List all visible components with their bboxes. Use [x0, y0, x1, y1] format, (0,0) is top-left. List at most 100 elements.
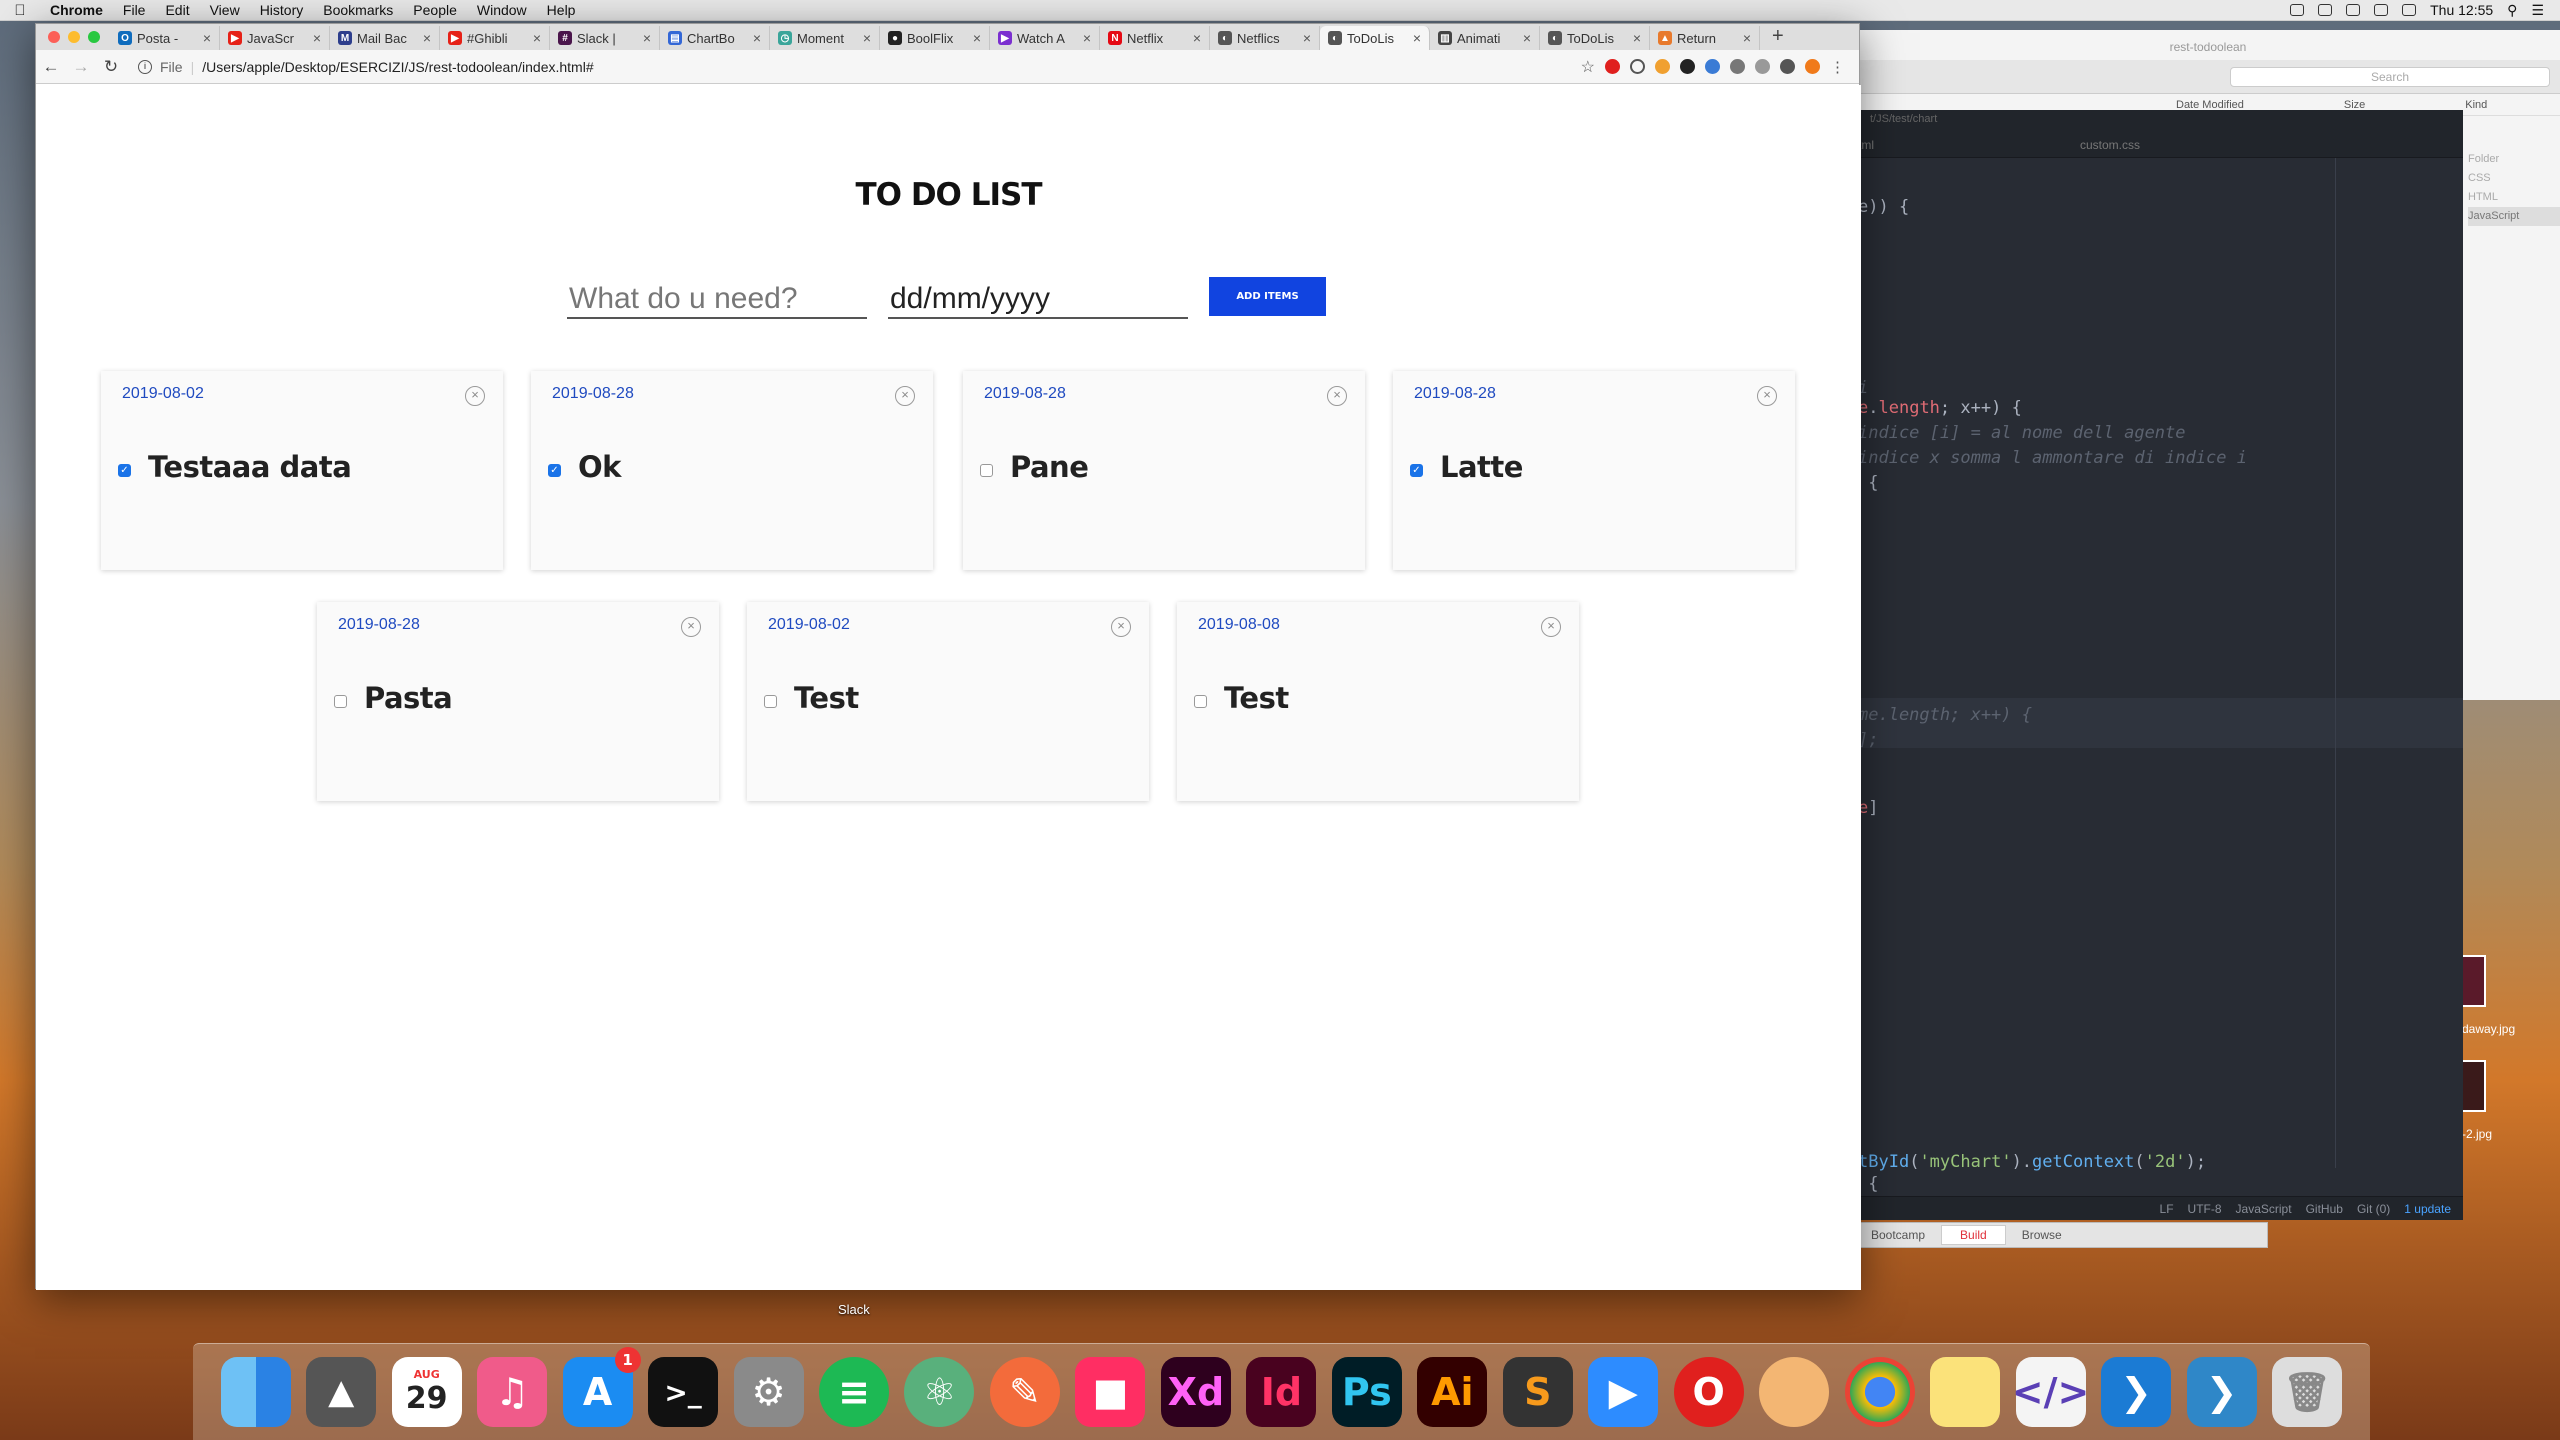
opera-extension-icon[interactable]: [1605, 59, 1620, 74]
close-tab-icon[interactable]: ×: [1193, 30, 1201, 46]
close-tab-icon[interactable]: ×: [1743, 30, 1751, 46]
code-line[interactable]: e]: [1858, 798, 1879, 818]
atom-icon[interactable]: ⚛: [904, 1357, 975, 1427]
zoom-icon[interactable]: ▶: [1588, 1357, 1659, 1427]
wifi-icon[interactable]: [2346, 4, 2361, 16]
extension-icon[interactable]: [1655, 59, 1670, 74]
close-tab-icon[interactable]: ×: [863, 30, 871, 46]
finder-search-input[interactable]: Search: [2230, 67, 2550, 87]
todo-checkbox[interactable]: ✓: [118, 464, 131, 477]
todo-checkbox[interactable]: ✓: [1410, 464, 1423, 477]
notes-icon[interactable]: [1930, 1357, 2001, 1427]
close-tab-icon[interactable]: ×: [1083, 30, 1091, 46]
delete-icon[interactable]: ×: [1757, 386, 1777, 406]
status-grammar[interactable]: JavaScript: [2236, 1202, 2292, 1216]
spotlight-icon[interactable]: ⚲: [2507, 2, 2517, 19]
close-window-button[interactable]: [48, 31, 60, 43]
adobe-photoshop-icon[interactable]: Ps: [1331, 1357, 1402, 1427]
info-icon[interactable]: i: [138, 59, 152, 74]
extension-icon[interactable]: [1780, 59, 1795, 74]
menubar-clock[interactable]: Thu 12:55: [2430, 2, 2493, 18]
extension-icon[interactable]: [1680, 59, 1695, 74]
notification-center-icon[interactable]: ☰: [2531, 2, 2544, 19]
browser-tab[interactable]: ◷ Moment ×: [770, 26, 880, 50]
extension-icon[interactable]: [1730, 59, 1745, 74]
menu-bookmarks[interactable]: Bookmarks: [313, 2, 403, 18]
column-kind[interactable]: Kind: [2465, 99, 2487, 115]
profile-avatar[interactable]: [1805, 59, 1820, 74]
browser-tab[interactable]: ● BoolFlix ×: [880, 26, 990, 50]
address-bar[interactable]: i File | /Users/apple/Desktop/ESERCIZI/J…: [126, 59, 1426, 75]
dropbox-icon[interactable]: [2318, 4, 2333, 16]
status-git[interactable]: Git (0): [2357, 1202, 2390, 1216]
build-button[interactable]: Build: [1941, 1225, 2006, 1245]
photos-app-icon[interactable]: [1759, 1357, 1830, 1427]
block-extension-icon[interactable]: [1630, 59, 1645, 74]
close-tab-icon[interactable]: ×: [1633, 30, 1641, 46]
delete-icon[interactable]: ×: [681, 617, 701, 637]
item-input[interactable]: [567, 281, 867, 319]
status-encoding[interactable]: UTF-8: [2188, 1202, 2222, 1216]
browse-button[interactable]: Browse: [2022, 1228, 2062, 1242]
terminal-icon[interactable]: >_: [648, 1357, 719, 1427]
extension-icon[interactable]: [1755, 59, 1770, 74]
desktop-file-label[interactable]: daway.jpg: [2462, 1022, 2515, 1036]
desktop-file-label[interactable]: -2.jpg: [2462, 1127, 2492, 1141]
browser-tab[interactable]: ◐ ToDoLis ×: [1320, 26, 1430, 50]
close-tab-icon[interactable]: ×: [973, 30, 981, 46]
menu-help[interactable]: Help: [537, 2, 586, 18]
browser-tab[interactable]: ▶ Watch A ×: [990, 26, 1100, 50]
date-input[interactable]: [888, 281, 1188, 319]
calendar-icon[interactable]: AUG 29: [391, 1357, 462, 1427]
todo-checkbox[interactable]: [334, 695, 347, 708]
itunes-icon[interactable]: ♫: [477, 1357, 548, 1427]
browser-tab[interactable]: ▲ Return ×: [1650, 26, 1760, 50]
browser-tab[interactable]: N Netflix ×: [1100, 26, 1210, 50]
delete-icon[interactable]: ×: [1111, 617, 1131, 637]
opera-icon[interactable]: O: [1673, 1357, 1744, 1427]
browser-tab[interactable]: O Posta - ×: [110, 26, 220, 50]
forward-icon[interactable]: →: [66, 57, 96, 77]
todo-checkbox[interactable]: ✓: [548, 464, 561, 477]
extension-icon[interactable]: [1705, 59, 1720, 74]
browser-tab[interactable]: ▤ ChartBo ×: [660, 26, 770, 50]
code-line[interactable]: indice [i] = al nome dell agente: [1858, 423, 2186, 443]
menu-window[interactable]: Window: [467, 2, 537, 18]
desktop-file-thumbnail[interactable]: [2460, 1060, 2486, 1112]
browser-tab[interactable]: ◐ Netflics ×: [1210, 26, 1320, 50]
code-line[interactable]: e)) {: [1858, 197, 1909, 217]
kind-item[interactable]: JavaScript: [2468, 207, 2560, 226]
status-update[interactable]: 1 update: [2404, 1202, 2451, 1216]
todo-checkbox[interactable]: [1194, 695, 1207, 708]
flag-icon[interactable]: [2402, 4, 2417, 16]
url-text[interactable]: /Users/apple/Desktop/ESERCIZI/JS/rest-to…: [202, 59, 593, 75]
back-icon[interactable]: ←: [36, 57, 66, 77]
close-tab-icon[interactable]: ×: [1413, 30, 1421, 46]
kind-item[interactable]: HTML: [2468, 188, 2560, 207]
finder-icon[interactable]: [220, 1357, 291, 1427]
menu-app-name[interactable]: Chrome: [40, 2, 113, 18]
spotify-icon[interactable]: ≡: [819, 1357, 890, 1427]
system-preferences-icon[interactable]: ⚙: [733, 1357, 804, 1427]
adobe-illustrator-icon[interactable]: Ai: [1417, 1357, 1488, 1427]
adobe-xd-icon[interactable]: Xd: [1160, 1357, 1231, 1427]
minimize-window-button[interactable]: [68, 31, 80, 43]
close-tab-icon[interactable]: ×: [203, 30, 211, 46]
code-line[interactable]: {: [1858, 1174, 1878, 1194]
sketch-pen-icon[interactable]: ✎: [989, 1357, 1060, 1427]
code-line[interactable]: tById('myChart').getContext('2d');: [1858, 1152, 2206, 1172]
vscode-icon[interactable]: ❯: [2101, 1357, 2172, 1427]
menu-view[interactable]: View: [200, 2, 250, 18]
menu-kebab-icon[interactable]: ⋮: [1830, 58, 1845, 76]
trash-icon[interactable]: 🗑: [2271, 1357, 2342, 1427]
maximize-window-button[interactable]: [88, 31, 100, 43]
code-line[interactable]: ];: [1858, 730, 1878, 750]
menu-file[interactable]: File: [113, 2, 156, 18]
app-store-icon[interactable]: A1: [562, 1347, 641, 1427]
code-line[interactable]: indice x somma l ammontare di indice i: [1858, 448, 2247, 468]
close-tab-icon[interactable]: ×: [1523, 30, 1531, 46]
code-line[interactable]: {: [1858, 473, 1878, 493]
menu-edit[interactable]: Edit: [155, 2, 199, 18]
menu-people[interactable]: People: [403, 2, 467, 18]
browser-tab[interactable]: M Mail Bac ×: [330, 26, 440, 50]
